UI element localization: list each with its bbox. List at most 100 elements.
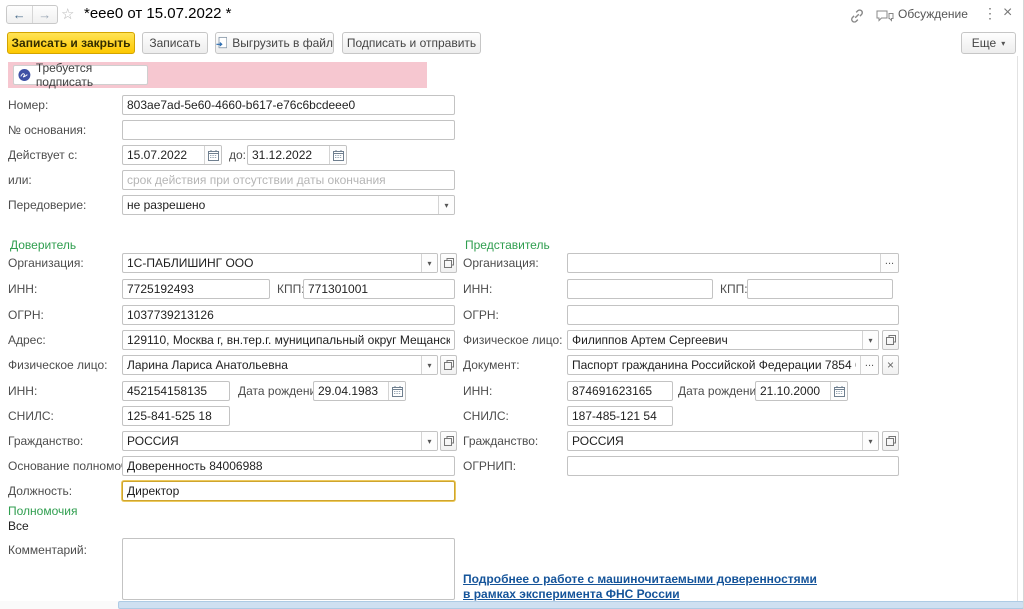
- calendar-icon-button[interactable]: [830, 382, 847, 400]
- principal-person-inn-field[interactable]: [122, 381, 230, 401]
- rep-snils-field[interactable]: [567, 406, 673, 426]
- mchd-info-link-line2: в рамках эксперимента ФНС России: [463, 587, 817, 602]
- principal-person-field[interactable]: ▾: [122, 355, 438, 375]
- open-rep-citizenship-button[interactable]: [882, 431, 899, 451]
- dropdown-button[interactable]: ▾: [421, 254, 437, 272]
- dropdown-button[interactable]: ▾: [438, 196, 454, 214]
- dropdown-button[interactable]: ▾: [862, 432, 878, 450]
- comment-textarea[interactable]: [122, 538, 455, 600]
- valid-to-input[interactable]: [248, 146, 329, 164]
- rep-org-input[interactable]: [568, 254, 880, 272]
- open-in-form-icon: [886, 335, 896, 345]
- clear-document-button[interactable]: ×: [882, 355, 899, 375]
- rep-ogrn-input[interactable]: [568, 306, 898, 324]
- back-button[interactable]: ←: [7, 6, 33, 23]
- number-input[interactable]: [123, 96, 454, 114]
- open-person-button[interactable]: [440, 355, 457, 375]
- principal-authority-field[interactable]: [122, 456, 455, 476]
- favorite-star-icon[interactable]: ☆: [61, 5, 74, 23]
- rep-snils-input[interactable]: [568, 407, 672, 425]
- calendar-icon-button[interactable]: [388, 382, 405, 400]
- sign-required-button[interactable]: Требуется подписать: [13, 65, 148, 85]
- rep-citizenship-input[interactable]: [568, 432, 862, 450]
- open-citizenship-button[interactable]: [440, 431, 457, 451]
- principal-position-input[interactable]: [123, 482, 454, 500]
- menu-dots-button[interactable]: ⋮: [983, 5, 997, 22]
- valid-from-input[interactable]: [123, 146, 204, 164]
- rep-inn-input[interactable]: [568, 280, 712, 298]
- mchd-info-link[interactable]: Подробнее о работе с машиночитаемыми дов…: [463, 572, 817, 602]
- principal-address-field[interactable]: [122, 330, 455, 350]
- rep-ogrn-field[interactable]: [567, 305, 899, 325]
- rep-birth-input[interactable]: [756, 382, 830, 400]
- dropdown-button[interactable]: ▾: [862, 331, 878, 349]
- basis-number-field[interactable]: [122, 120, 455, 140]
- principal-org-field[interactable]: ▾: [122, 253, 438, 273]
- or-term-input[interactable]: [123, 171, 454, 189]
- rep-birth-label: Дата рождения:: [678, 381, 766, 401]
- rep-birth-field[interactable]: [755, 381, 848, 401]
- save-close-button[interactable]: Записать и закрыть: [7, 32, 135, 54]
- dropdown-button[interactable]: ▾: [421, 356, 437, 374]
- rep-person-inn-input[interactable]: [568, 382, 672, 400]
- substitution-field[interactable]: ▾: [122, 195, 455, 215]
- principal-ogrn-field[interactable]: [122, 305, 455, 325]
- rep-citizenship-field[interactable]: ▾: [567, 431, 879, 451]
- close-button[interactable]: ×: [1003, 4, 1012, 22]
- sign-send-button[interactable]: Подписать и отправить: [342, 32, 481, 54]
- copy-link-button[interactable]: [849, 8, 865, 27]
- rep-inn-field[interactable]: [567, 279, 713, 299]
- forward-button[interactable]: →: [33, 6, 58, 23]
- calendar-icon-button[interactable]: [329, 146, 346, 164]
- principal-person-inn-input[interactable]: [123, 382, 229, 400]
- principal-birth-input[interactable]: [314, 382, 388, 400]
- horizontal-scrollbar-thumb[interactable]: [118, 601, 1024, 609]
- export-file-button[interactable]: Выгрузить в файл: [215, 32, 334, 54]
- number-field[interactable]: [122, 95, 455, 115]
- rep-ogrnip-field[interactable]: [567, 456, 899, 476]
- save-button[interactable]: Записать: [142, 32, 208, 54]
- principal-person-input[interactable]: [123, 356, 421, 374]
- rep-org-field[interactable]: ...: [567, 253, 899, 273]
- rep-kpp-field[interactable]: [747, 279, 893, 299]
- save-label: Записать: [149, 36, 200, 50]
- rep-kpp-input[interactable]: [748, 280, 892, 298]
- calendar-icon-button[interactable]: [204, 146, 221, 164]
- rep-person-input[interactable]: [568, 331, 862, 349]
- discussion-button[interactable]: [876, 10, 894, 26]
- principal-birth-field[interactable]: [313, 381, 406, 401]
- principal-citizenship-field[interactable]: ▾: [122, 431, 438, 451]
- dropdown-button[interactable]: ▾: [421, 432, 437, 450]
- rep-person-field[interactable]: ▾: [567, 330, 879, 350]
- principal-kpp-input[interactable]: [304, 280, 454, 298]
- open-rep-person-button[interactable]: [882, 330, 899, 350]
- sign-send-label: Подписать и отправить: [347, 36, 476, 50]
- basis-number-input[interactable]: [123, 121, 454, 139]
- page-title: *еее0 от 15.07.2022 *: [84, 5, 232, 22]
- rep-ogrnip-input[interactable]: [568, 457, 898, 475]
- valid-to-field[interactable]: [247, 145, 347, 165]
- rep-document-input[interactable]: [568, 356, 860, 374]
- principal-position-field[interactable]: [122, 481, 455, 501]
- discussion-label[interactable]: Обсуждение: [898, 4, 968, 24]
- principal-citizenship-input[interactable]: [123, 432, 421, 450]
- principal-address-input[interactable]: [123, 331, 454, 349]
- principal-inn-field[interactable]: [122, 279, 270, 299]
- principal-ogrn-input[interactable]: [123, 306, 454, 324]
- valid-from-field[interactable]: [122, 145, 222, 165]
- choose-button[interactable]: ...: [860, 356, 878, 374]
- rep-person-inn-field[interactable]: [567, 381, 673, 401]
- choose-button[interactable]: ...: [880, 254, 898, 272]
- chevron-down-icon: ▾: [1001, 39, 1005, 48]
- rep-document-field[interactable]: ...: [567, 355, 879, 375]
- substitution-input[interactable]: [123, 196, 438, 214]
- or-term-field[interactable]: [122, 170, 455, 190]
- principal-kpp-field[interactable]: [303, 279, 455, 299]
- more-button[interactable]: Еще ▾: [961, 32, 1016, 54]
- principal-snils-field[interactable]: [122, 406, 230, 426]
- principal-authority-input[interactable]: [123, 457, 454, 475]
- principal-org-input[interactable]: [123, 254, 421, 272]
- open-org-button[interactable]: [440, 253, 457, 273]
- principal-snils-input[interactable]: [123, 407, 229, 425]
- principal-inn-input[interactable]: [123, 280, 269, 298]
